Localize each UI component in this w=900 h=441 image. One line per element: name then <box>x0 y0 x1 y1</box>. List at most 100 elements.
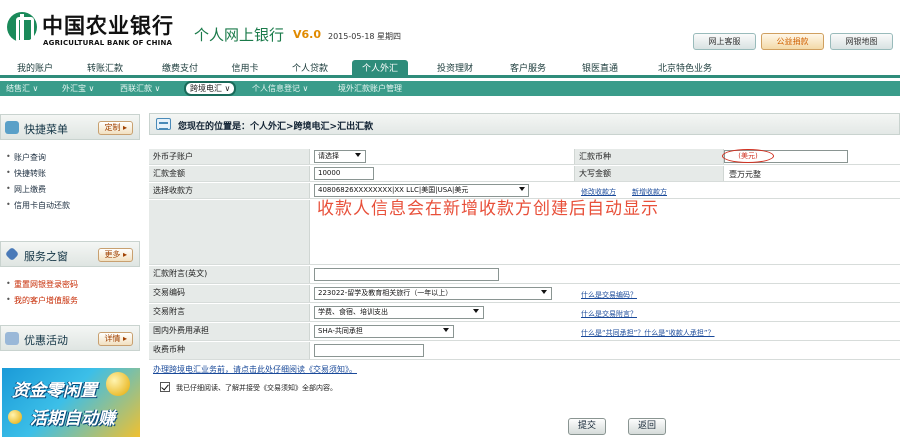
nav-item-loan[interactable]: 个人贷款 <box>285 63 335 78</box>
sidebar-link-quick-transfer[interactable]: 快捷转账 <box>6 168 46 179</box>
nav-item-forex[interactable]: 个人外汇 <box>352 60 408 78</box>
form-row-tx-code: 交易编码 223022-留学及教育相关旅行（一年以上） 什么是交易编码？ <box>149 285 900 303</box>
subnav-item-fx-exchange[interactable]: 结售汇 ∨ <box>6 82 38 95</box>
submit-button[interactable]: 提交 <box>568 418 606 435</box>
account-select-value: 请选择 <box>318 152 339 160</box>
location-icon <box>156 118 171 130</box>
subnav-item-fx-treasure[interactable]: 外汇宝 ∨ <box>62 82 94 95</box>
sidebar: 快捷菜单 定制 ▸ 账户查询 快捷转账 网上缴费 信用卡自动还款 服务之窗 更多… <box>0 112 143 441</box>
amount-label: 汇款金额 <box>149 166 310 181</box>
offers-title: 优惠活动 <box>24 334 68 347</box>
amount-upper-label: 大写金额 <box>574 166 724 181</box>
details-button[interactable]: 详情 ▸ <box>98 332 133 346</box>
sidebar-link-account-query[interactable]: 账户查询 <box>6 152 46 163</box>
subnav-item-info-register[interactable]: 个人信息登记 ∨ <box>252 82 308 95</box>
tx-postscript-select[interactable]: 学费、食宿、培训支出 <box>314 306 484 319</box>
tx-postscript-value: 学费、食宿、培训支出 <box>318 308 388 316</box>
form-row-account: 外币子账户 请选择 汇款币种 (美元) <box>149 149 900 165</box>
chevron-down-icon <box>443 328 449 332</box>
payee-select-value: 40806826XXXXXXXX|XX LLC|美国|USA|美元 <box>318 186 469 194</box>
agree-text: 我已仔细阅读、了解并接受《交易须知》全部内容。 <box>176 384 337 392</box>
nav-item-payment[interactable]: 缴费支付 <box>155 63 205 78</box>
form-row-amount: 汇款金额 10000 大写金额 壹万元整 <box>149 166 900 182</box>
tx-postscript-label: 交易附言 <box>149 304 310 321</box>
agree-checkbox[interactable] <box>160 382 170 392</box>
sidebar-link-reset-password[interactable]: 重置网银登录密码 <box>6 279 78 290</box>
quick-menu-header: 快捷菜单 定制 ▸ <box>0 114 140 140</box>
read-notice-link[interactable]: 办理跨境电汇业务前，请点击此处仔细阅读《交易须知》。 <box>153 364 357 375</box>
chevron-down-icon <box>473 309 479 313</box>
tx-code-value: 223022-留学及教育相关旅行（一年以上） <box>318 289 453 297</box>
nav-item-transfer[interactable]: 转账汇款 <box>80 63 130 78</box>
nav-item-my-account[interactable]: 我的账户 <box>10 63 60 78</box>
payee-notice: 收款人信息会在新增收款方创建后自动显示 <box>317 199 659 219</box>
amount-input[interactable]: 10000 <box>314 167 374 180</box>
tx-code-label: 交易编码 <box>149 285 310 302</box>
main-content: 您现在的位置是：个人外汇>跨境电汇>汇出汇款 外币子账户 请选择 汇款币种 (美… <box>149 113 900 441</box>
sidebar-link-value-added[interactable]: 我的客户增值服务 <box>6 295 78 306</box>
offers-icon <box>5 332 19 345</box>
payer-type-select[interactable]: SHA-共同承担 <box>314 325 454 338</box>
payer-type-value: SHA-共同承担 <box>318 327 363 335</box>
service-window-header: 服务之窗 更多 ▸ <box>0 241 140 267</box>
current-date: 2015-05-18 星期四 <box>328 32 402 41</box>
site-map-button[interactable]: 网银地图 <box>830 33 893 50</box>
nav-item-customer-service[interactable]: 客户服务 <box>503 63 553 78</box>
online-service-button[interactable]: 网上客服 <box>693 33 756 50</box>
form-row-fee-currency: 收费币种 <box>149 342 900 360</box>
tx-postscript-help-link[interactable]: 什么是交易附言？ <box>581 309 637 319</box>
nav-item-medical[interactable]: 银医直通 <box>575 63 625 78</box>
form-row-postscript: 汇款附言(英文) <box>149 266 900 284</box>
form-row-payer-type: 国内外费用承担 SHA-共同承担 什么是“共同承担”？什么是“收款人承担”？ <box>149 323 900 341</box>
subnav-item-western-union[interactable]: 西联汇款 ∨ <box>120 82 160 95</box>
offers-header: 优惠活动 详情 ▸ <box>0 325 140 351</box>
coin-icon <box>8 410 22 424</box>
nav-item-credit-card[interactable]: 信用卡 <box>225 63 265 78</box>
breadcrumb: 您现在的位置是：个人外汇>跨境电汇>汇出汇款 <box>178 122 374 132</box>
fee-currency-input[interactable] <box>314 344 424 357</box>
payer-type-help-link[interactable]: 什么是“共同承担”？什么是“收款人承担”？ <box>581 328 715 338</box>
form-row-tx-postscript: 交易附言 学费、食宿、培训支出 什么是交易附言？ <box>149 304 900 322</box>
version-label: V6.0 <box>293 28 321 41</box>
currency-label: 汇款币种 <box>574 149 724 164</box>
service-window-icon <box>4 246 20 262</box>
currency-value: (美元) <box>722 149 774 163</box>
nav-item-investment[interactable]: 投资理财 <box>430 63 480 78</box>
sidebar-link-online-payment[interactable]: 网上缴费 <box>6 184 46 195</box>
account-select[interactable]: 请选择 <box>314 150 366 163</box>
postscript-input[interactable] <box>314 268 499 281</box>
back-button[interactable]: 返回 <box>628 418 666 435</box>
more-button[interactable]: 更多 ▸ <box>98 248 133 262</box>
tx-code-help-link[interactable]: 什么是交易编码？ <box>581 290 637 300</box>
promo-line-2: 活期自动赚 <box>30 409 115 429</box>
nav-item-beijing[interactable]: 北京特色业务 <box>648 63 722 78</box>
payee-info-label <box>149 200 310 264</box>
subnav-item-overseas-account[interactable]: 境外汇款账户管理 <box>338 82 402 95</box>
service-window-title: 服务之窗 <box>24 250 68 263</box>
customize-button[interactable]: 定制 ▸ <box>98 121 133 135</box>
bank-name-en: AGRICULTURAL BANK OF CHINA <box>43 39 173 47</box>
subnav-item-cross-border[interactable]: 跨境电汇 ∨ <box>184 81 237 96</box>
header: 中国农业银行 AGRICULTURAL BANK OF CHINA 个人网上银行… <box>0 0 900 58</box>
tx-code-select[interactable]: 223022-留学及教育相关旅行（一年以上） <box>314 287 552 300</box>
payee-label: 选择收款方 <box>149 183 310 198</box>
chevron-down-icon <box>355 153 361 157</box>
bank-logo-icon <box>7 12 37 43</box>
main-nav: 我的账户 转账汇款 缴费支付 信用卡 个人贷款 个人外汇 投资理财 客户服务 银… <box>0 60 900 78</box>
chevron-down-icon <box>519 187 525 191</box>
postscript-label: 汇款附言(英文) <box>149 266 310 283</box>
breadcrumb-bar: 您现在的位置是：个人外汇>跨境电汇>汇出汇款 <box>149 113 900 135</box>
bank-name-cn: 中国农业银行 <box>42 13 174 38</box>
quick-menu-title: 快捷菜单 <box>24 123 68 136</box>
charity-donation-button[interactable]: 公益捐款 <box>761 33 824 50</box>
promo-line-1: 资金零闲置 <box>12 381 97 401</box>
sidebar-link-auto-repay[interactable]: 信用卡自动还款 <box>6 200 70 211</box>
promo-banner[interactable]: 资金零闲置 活期自动赚 <box>2 368 140 437</box>
product-name: 个人网上银行 <box>194 26 285 44</box>
quick-menu-icon <box>5 121 19 134</box>
account-label: 外币子账户 <box>149 149 310 164</box>
chevron-down-icon <box>541 290 547 294</box>
sub-nav: 结售汇 ∨ 外汇宝 ∨ 西联汇款 ∨ 跨境电汇 ∨ 个人信息登记 ∨ 境外汇款账… <box>0 81 900 96</box>
amount-upper-value: 壹万元整 <box>729 170 761 179</box>
fee-currency-label: 收费币种 <box>149 342 310 359</box>
